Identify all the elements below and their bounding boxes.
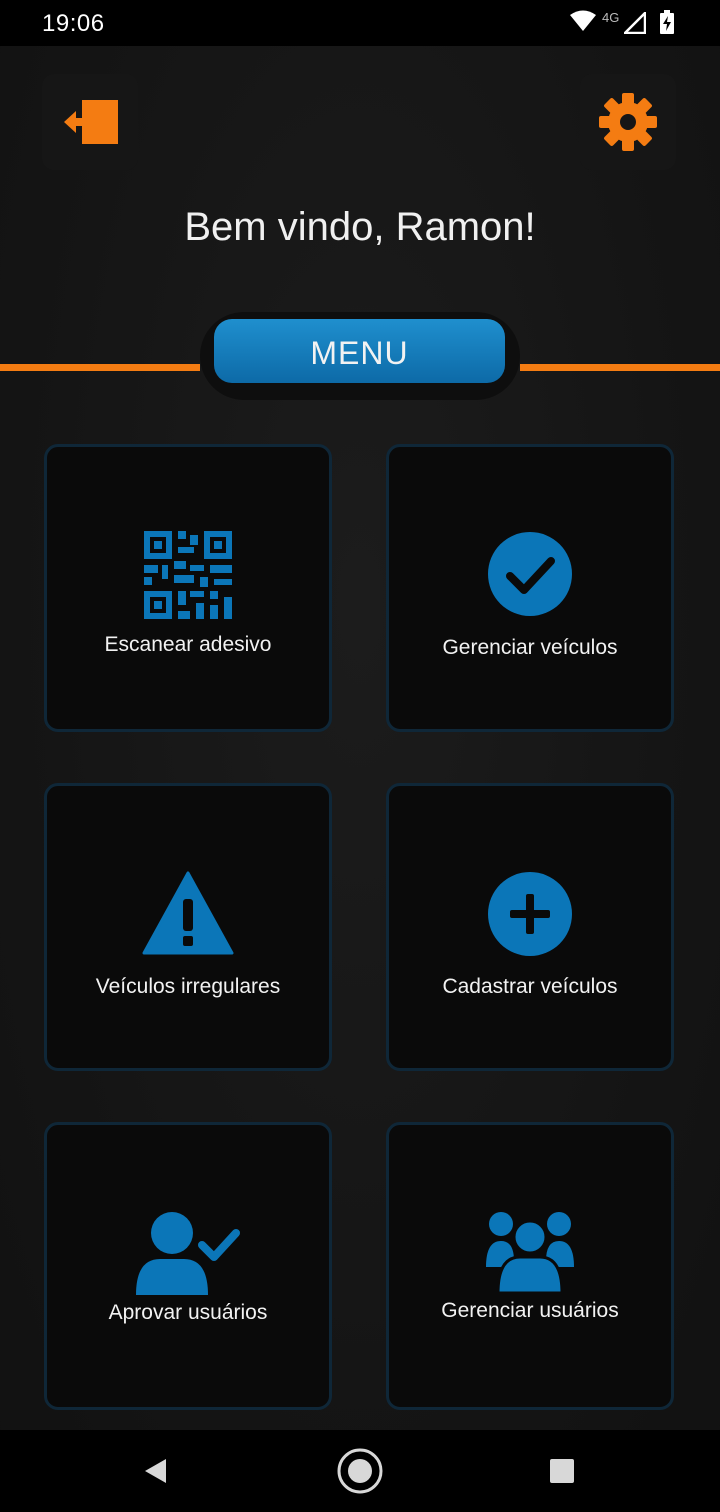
network-type: 4G [602,10,620,25]
logout-button[interactable] [42,74,138,170]
qr-code-icon [144,531,232,619]
back-icon[interactable] [144,1458,168,1484]
tile-manage-vehicles[interactable]: Gerenciar veículos [386,444,674,732]
recents-icon[interactable] [549,1458,575,1484]
cell-signal-icon [624,12,646,34]
tile-manage-users[interactable]: Gerenciar usuários [386,1122,674,1410]
user-check-icon [136,1212,240,1295]
menu-label: MENU [214,319,505,383]
wifi-icon [570,10,596,31]
tile-label: Aprovar usuários [108,1301,268,1324]
status-icons: 4G [570,10,680,36]
check-circle-icon [488,532,572,616]
plus-circle-icon [488,872,572,956]
tile-approve-users[interactable]: Aprovar usuários [44,1122,332,1410]
welcome-title: Bem vindo, Ramon! [184,205,536,249]
battery-charging-icon [660,10,674,34]
menu-divider-left [0,364,200,371]
status-bar: 19:06 4G [0,0,720,46]
users-group-icon [486,1212,574,1293]
warning-icon [142,871,234,955]
menu-divider-right [520,364,720,371]
tile-register-vehicles[interactable]: Cadastrar veículos [386,783,674,1071]
navigation-bar [0,1430,720,1512]
tile-scan-sticker[interactable]: Escanear adesivo [44,444,332,732]
settings-button[interactable] [580,74,676,170]
tile-label: Cadastrar veículos [442,975,618,998]
app-screen: 19:06 4G Bem vindo, Ramon! MENU Escanear… [0,0,720,1512]
tile-label: Veículos irregulares [95,975,281,998]
gear-icon [599,93,657,151]
tile-irregular-vehicles[interactable]: Veículos irregulares [44,783,332,1071]
tile-label: Gerenciar veículos [442,636,618,659]
tile-label: Gerenciar usuários [441,1299,619,1322]
tile-label: Escanear adesivo [104,633,272,656]
logout-icon [64,100,118,144]
home-icon[interactable] [336,1447,384,1495]
status-time: 19:06 [42,10,105,37]
